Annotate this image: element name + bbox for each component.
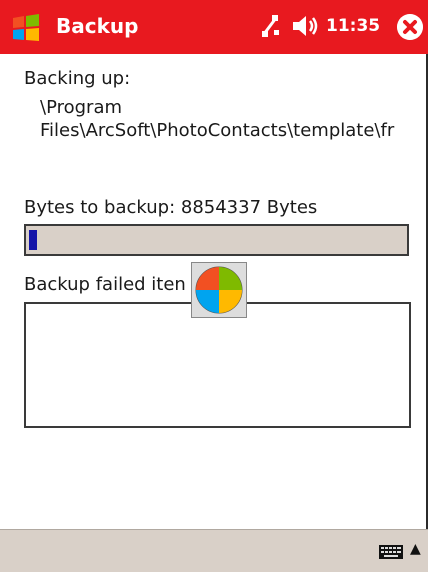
busy-indicator-icon [191, 262, 247, 318]
volume-icon[interactable] [290, 12, 320, 40]
connectivity-icon[interactable] [260, 12, 282, 40]
failed-items-label: Backup failed iten [24, 274, 186, 295]
backing-up-label: Backing up: [24, 68, 131, 89]
path-line-1: \Program [40, 97, 123, 118]
chevron-up-icon[interactable]: ▲ [410, 541, 421, 557]
backup-progress-bar [24, 224, 409, 256]
clock: 11:35 [326, 16, 381, 36]
keyboard-icon[interactable] [378, 543, 404, 561]
close-icon[interactable] [397, 14, 423, 40]
title-bar: Backup 11:35 [0, 0, 428, 54]
app-title: Backup [56, 14, 139, 38]
failed-items-list[interactable] [24, 302, 411, 428]
command-bar: ▲ [0, 529, 428, 572]
bytes-to-backup-label: Bytes to backup: 8854337 Bytes [24, 197, 318, 218]
progress-fill [29, 230, 37, 250]
windows-start-icon[interactable] [10, 14, 42, 42]
path-line-2: Files\ArcSoft\PhotoContacts\template\fr [40, 120, 395, 141]
